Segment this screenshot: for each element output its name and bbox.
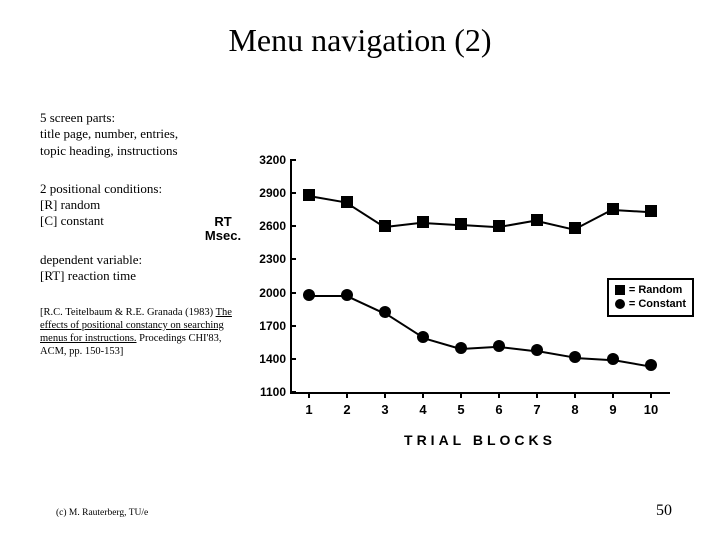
y-axis-label-line1: RT: [198, 215, 248, 229]
square-marker: [645, 205, 657, 217]
square-marker: [303, 189, 315, 201]
x-tick-mark: [650, 392, 652, 398]
y-axis-label-line2: Msec.: [198, 229, 248, 243]
y-tick-label: 2600: [259, 219, 286, 233]
y-tick-label: 1700: [259, 319, 286, 333]
x-tick-mark: [422, 392, 424, 398]
x-tick-label: 1: [305, 402, 312, 417]
x-tick-label: 7: [533, 402, 540, 417]
chart: RT Msec. 3200290026002300200017001400110…: [240, 150, 700, 460]
text-line: topic heading, instructions: [40, 143, 240, 159]
text-line: title page, number, entries,: [40, 126, 240, 142]
x-tick-mark: [498, 392, 500, 398]
x-tick-label: 2: [343, 402, 350, 417]
x-tick-mark: [346, 392, 348, 398]
x-tick-label: 9: [609, 402, 616, 417]
x-tick-label: 6: [495, 402, 502, 417]
square-marker: [531, 214, 543, 226]
plot-area: [290, 160, 670, 392]
circle-marker: [417, 331, 429, 343]
legend-label: = Random: [629, 283, 682, 297]
square-marker: [379, 220, 391, 232]
x-tick-mark: [536, 392, 538, 398]
circle-marker: [569, 351, 581, 363]
footer-copyright: (c) M. Rauterberg, TU/e: [56, 508, 148, 518]
square-marker: [341, 196, 353, 208]
text-line: dependent variable:: [40, 252, 240, 268]
circle-icon: [615, 299, 625, 309]
circle-marker: [455, 342, 467, 354]
legend-label: = Constant: [629, 297, 686, 311]
page-number: 50: [656, 502, 672, 520]
legend-row-constant: = Constant: [615, 297, 686, 311]
y-tick-label: 3200: [259, 153, 286, 167]
circle-marker: [607, 353, 619, 365]
square-marker: [493, 220, 505, 232]
x-tick-mark: [384, 392, 386, 398]
circle-marker: [379, 306, 391, 318]
legend: = Random = Constant: [607, 278, 694, 317]
circle-marker: [645, 359, 657, 371]
square-marker: [607, 203, 619, 215]
text-line: [R] random: [40, 197, 240, 213]
square-marker: [417, 216, 429, 228]
y-tick-label: 1400: [259, 352, 286, 366]
circle-marker: [531, 344, 543, 356]
legend-row-random: = Random: [615, 283, 686, 297]
circle-marker: [341, 289, 353, 301]
text-line: 2 positional conditions:: [40, 181, 240, 197]
circle-marker: [303, 289, 315, 301]
x-tick-label: 3: [381, 402, 388, 417]
citation: [R.C. Teitelbaum & R.E. Granada (1983) T…: [40, 306, 240, 359]
x-axis-ticks: 1 2 3 4 5 6 7 8 9 10: [290, 392, 670, 432]
dv-block: dependent variable: [RT] reaction time: [40, 252, 240, 285]
page-title: Menu navigation (2): [0, 0, 720, 59]
y-tick-label: 2300: [259, 252, 286, 266]
x-tick-mark: [574, 392, 576, 398]
y-tick-label: 2000: [259, 286, 286, 300]
circle-marker: [493, 340, 505, 352]
x-tick-mark: [308, 392, 310, 398]
x-tick-label: 5: [457, 402, 464, 417]
x-tick-mark: [612, 392, 614, 398]
square-icon: [615, 285, 625, 295]
y-tick-label: 2900: [259, 186, 286, 200]
x-tick-label: 10: [644, 402, 658, 417]
y-axis-label: RT Msec.: [198, 215, 248, 244]
x-tick-mark: [460, 392, 462, 398]
y-axis-ticks: 32002900260023002000170014001100: [248, 158, 288, 392]
screen-parts-block: 5 screen parts: title page, number, entr…: [40, 110, 240, 159]
text-line: 5 screen parts:: [40, 110, 240, 126]
square-marker: [569, 222, 581, 234]
square-marker: [455, 218, 467, 230]
x-tick-label: 8: [571, 402, 578, 417]
y-tick-label: 1100: [260, 385, 286, 399]
text-line: [RT] reaction time: [40, 268, 240, 284]
x-tick-label: 4: [419, 402, 426, 417]
citation-pre: [R.C. Teitelbaum & R.E. Granada (1983): [40, 307, 216, 318]
x-axis-label: TRIAL BLOCKS: [290, 432, 670, 448]
